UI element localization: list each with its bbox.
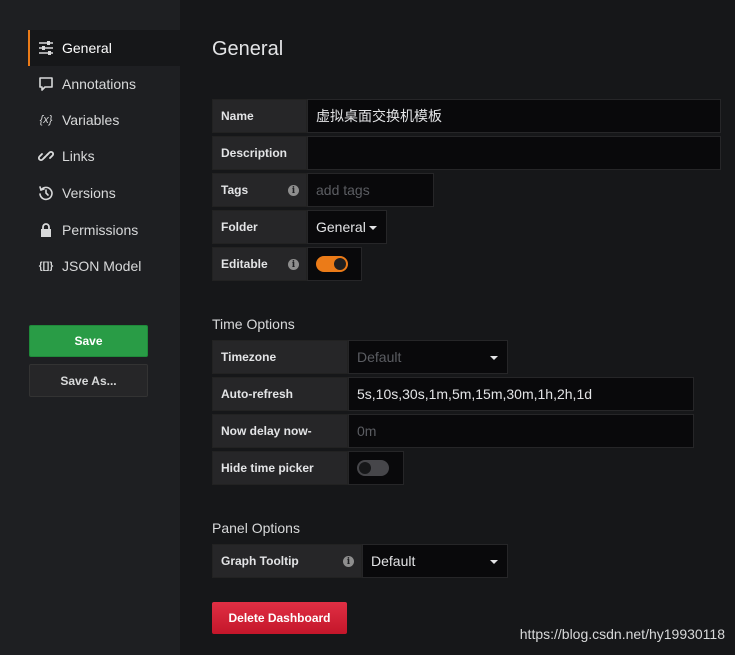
sidebar-item-json-model[interactable]: {[]} JSON Model: [28, 248, 180, 284]
auto-refresh-label: Auto-refresh: [212, 377, 348, 411]
sidebar-item-label: Variables: [62, 112, 120, 128]
now-delay-row: Now delay now- 0m: [212, 414, 694, 448]
info-icon[interactable]: i: [343, 556, 354, 567]
json-icon: {[]}: [38, 260, 54, 272]
delete-dashboard-button[interactable]: Delete Dashboard: [212, 602, 347, 634]
sidebar-item-label: Versions: [62, 185, 116, 201]
tags-input[interactable]: add tags: [307, 173, 434, 207]
sidebar-item-links[interactable]: Links: [28, 138, 180, 174]
sidebar-item-versions[interactable]: Versions: [28, 175, 180, 211]
name-row: Name 虚拟桌面交换机模板: [212, 99, 721, 133]
caret-down-icon: [490, 356, 498, 360]
name-input[interactable]: 虚拟桌面交换机模板: [307, 99, 721, 133]
tags-label: Tags: [221, 183, 249, 197]
tags-row: Tags i add tags: [212, 173, 434, 207]
info-icon[interactable]: i: [288, 259, 299, 270]
lock-icon: [38, 222, 54, 238]
time-options-title: Time Options: [212, 316, 295, 332]
watermark: https://blog.csdn.net/hy19930118: [519, 626, 725, 642]
editable-row: Editable i: [212, 247, 362, 281]
graph-tooltip-label: Graph Tooltip: [221, 554, 299, 568]
folder-value: General: [316, 219, 366, 235]
variable-icon: {x}: [39, 114, 53, 126]
link-icon: [38, 148, 54, 164]
graph-tooltip-row: Graph Tooltip i Default: [212, 544, 508, 578]
sidebar-item-label: JSON Model: [62, 258, 142, 274]
folder-select[interactable]: General: [307, 210, 387, 244]
editable-label-cell: Editable i: [212, 247, 307, 281]
folder-row: Folder General: [212, 210, 387, 244]
graph-tooltip-label-cell: Graph Tooltip i: [212, 544, 362, 578]
graph-tooltip-select[interactable]: Default: [362, 544, 508, 578]
panel-options-title: Panel Options: [212, 520, 300, 536]
hide-time-picker-row: Hide time picker: [212, 451, 404, 485]
sliders-icon: [38, 40, 54, 56]
editable-label: Editable: [221, 257, 268, 271]
sidebar-item-variables[interactable]: {x} Variables: [28, 102, 180, 138]
history-icon: [38, 185, 54, 201]
sidebar-item-annotations[interactable]: Annotations: [28, 66, 180, 102]
description-input[interactable]: [307, 136, 721, 170]
caret-down-icon: [369, 226, 377, 230]
editable-toggle[interactable]: [316, 256, 348, 272]
description-label: Description: [212, 136, 307, 170]
graph-tooltip-value: Default: [371, 553, 416, 569]
toggle-knob: [334, 258, 346, 270]
save-button[interactable]: Save: [29, 325, 148, 357]
timezone-label: Timezone: [212, 340, 348, 374]
sidebar-item-general[interactable]: General: [28, 30, 180, 66]
sidebar-item-label: Links: [62, 148, 95, 164]
timezone-select[interactable]: Default: [348, 340, 508, 374]
now-delay-input[interactable]: 0m: [348, 414, 694, 448]
sidebar-item-label: General: [62, 40, 112, 56]
sidebar-item-label: Annotations: [62, 76, 136, 92]
sidebar-item-label: Permissions: [62, 222, 139, 238]
settings-sidebar: General Annotations {x} Variables Links …: [0, 0, 180, 655]
hide-time-picker-cell: [348, 451, 404, 485]
toggle-knob: [359, 462, 371, 474]
hide-time-picker-label: Hide time picker: [212, 451, 348, 485]
editable-toggle-cell: [307, 247, 362, 281]
info-icon[interactable]: i: [288, 185, 299, 196]
description-row: Description: [212, 136, 721, 170]
timezone-row: Timezone Default: [212, 340, 508, 374]
page-title: General: [212, 38, 284, 60]
folder-label: Folder: [212, 210, 307, 244]
comment-icon: [38, 76, 54, 92]
now-delay-label: Now delay now-: [212, 414, 348, 448]
auto-refresh-row: Auto-refresh 5s,10s,30s,1m,5m,15m,30m,1h…: [212, 377, 694, 411]
save-as-button[interactable]: Save As...: [29, 364, 148, 397]
caret-down-icon: [490, 560, 498, 564]
tags-label-cell: Tags i: [212, 173, 307, 207]
auto-refresh-input[interactable]: 5s,10s,30s,1m,5m,15m,30m,1h,2h,1d: [348, 377, 694, 411]
name-label: Name: [212, 99, 307, 133]
hide-time-picker-toggle[interactable]: [357, 460, 389, 476]
sidebar-item-permissions[interactable]: Permissions: [28, 212, 180, 248]
timezone-value: Default: [357, 349, 402, 365]
